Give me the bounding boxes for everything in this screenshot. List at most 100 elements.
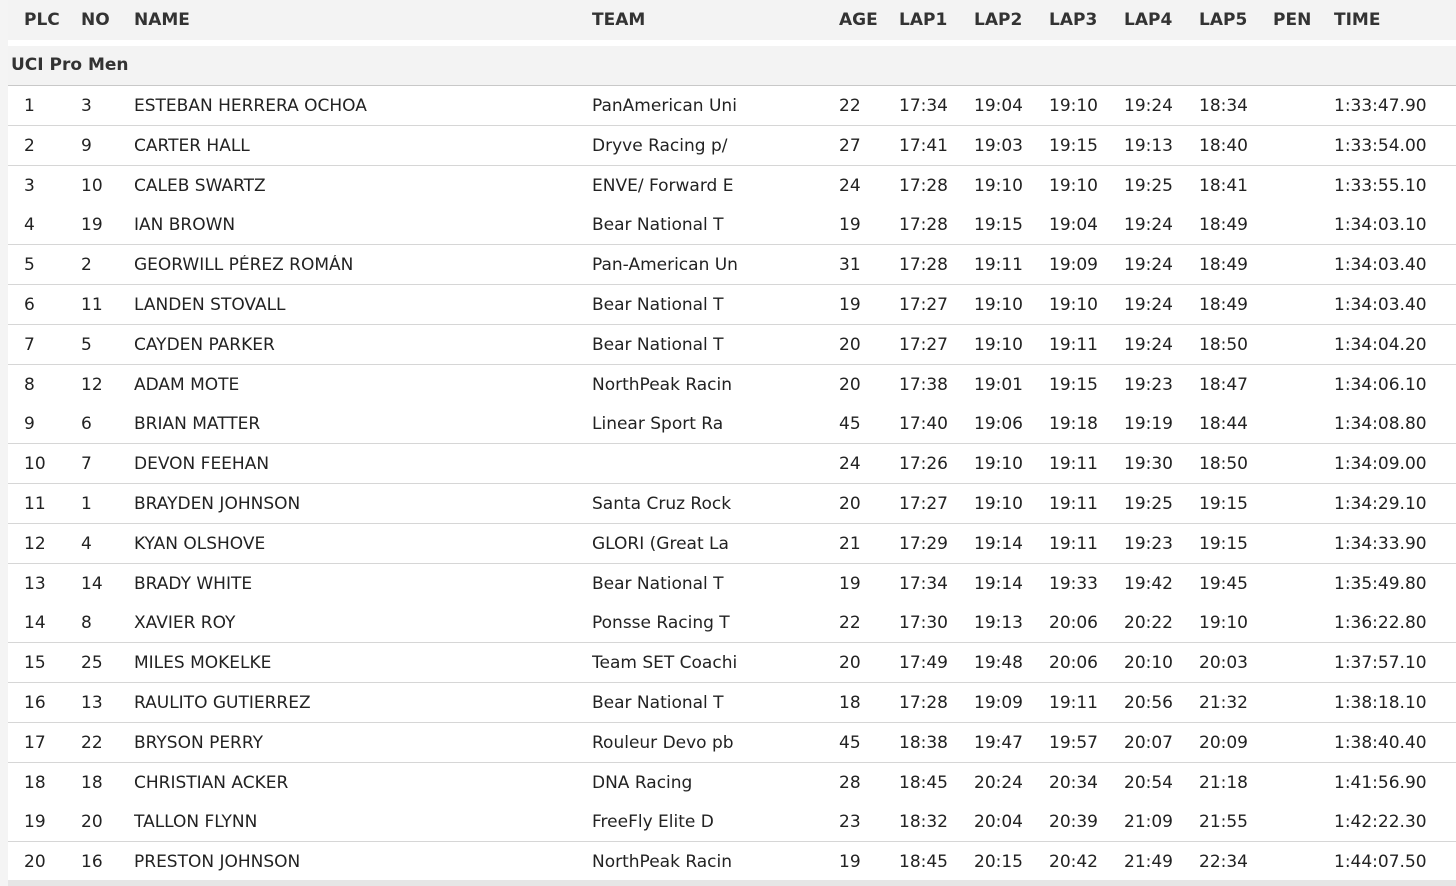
table-row[interactable]: 15 25 MILES MOKELKE Team SET Coachi 20 17:49 1… [8, 643, 1456, 684]
cell-name: CAYDEN PARKER [134, 334, 275, 355]
table-header: PLC NO NAME TEAM AGE LAP1 LAP2 LAP3 LAP4… [8, 0, 1456, 40]
cell-lap3: 19:11 [1049, 454, 1098, 475]
header-age[interactable]: AGE [839, 10, 878, 30]
table-row[interactable]: 10 7 DEVON FEEHAN 24 17:26 19:10 19:11 19:30 18:… [8, 444, 1456, 485]
cell-lap1: 17:29 [899, 533, 948, 554]
cell-lap4: 19:42 [1124, 573, 1173, 594]
table-row[interactable]: 19 20 TALLON FLYNN FreeFly Elite D 23 18:32 20… [8, 802, 1456, 843]
category-group-row: UCI Pro Men [8, 46, 1456, 86]
table-row[interactable]: 6 11 LANDEN STOVALL Bear National T 19 17:27 1… [8, 285, 1456, 325]
cell-no: 11 [81, 295, 103, 315]
table-row[interactable]: 9 6 BRIAN MATTER Linear Sport Ra 45 17:40 19:0… [8, 404, 1456, 445]
cell-lap3: 19:57 [1049, 732, 1098, 753]
cell-lap5: 18:50 [1199, 454, 1248, 475]
cell-team: Linear Sport Ra [592, 414, 724, 435]
cell-no: 12 [81, 374, 103, 395]
cell-lap1: 17:28 [899, 693, 948, 713]
cell-no: 9 [81, 135, 92, 156]
table-row[interactable]: 4 19 IAN BROWN Bear National T 19 17:28 19:15 1… [8, 205, 1456, 246]
table-row[interactable]: 5 2 GEORWILL PÉREZ ROMÁN Pan-American Un 31 1… [8, 245, 1456, 286]
cell-name: KYAN OLSHOVE [134, 533, 266, 554]
header-lap4[interactable]: LAP4 [1124, 10, 1172, 30]
table-row[interactable]: 13 14 BRADY WHITE Bear National T 19 17:34 19:… [8, 563, 1456, 604]
cell-lap3: 20:34 [1049, 772, 1098, 793]
cell-age: 18 [839, 693, 861, 713]
table-row[interactable]: 11 1 BRAYDEN JOHNSON Santa Cruz Rock 20 17:27… [8, 484, 1456, 524]
cell-no: 2 [81, 255, 92, 276]
cell-plc: 3 [24, 175, 35, 196]
cell-time: 1:41:56.90 [1334, 772, 1427, 793]
cell-no: 1 [81, 494, 92, 514]
cell-name: PRESTON JOHNSON [134, 852, 301, 873]
cell-lap5: 18:47 [1199, 374, 1248, 395]
cell-plc: 19 [24, 812, 46, 833]
cell-name: ESTEBAN HERRERA OCHOA [134, 96, 367, 116]
cell-lap1: 17:27 [899, 295, 948, 315]
cell-time: 1:33:55.10 [1334, 175, 1427, 196]
cell-plc: 1 [24, 96, 35, 116]
cell-name: BRADY WHITE [134, 573, 253, 594]
table-row[interactable]: 12 4 KYAN OLSHOVE GLORI (Great La 21 17:29 19:… [8, 523, 1456, 564]
cell-lap5: 21:55 [1199, 812, 1248, 833]
cell-lap4: 20:56 [1124, 693, 1173, 713]
cell-lap5: 18:40 [1199, 135, 1248, 156]
cell-lap4: 21:09 [1124, 812, 1173, 833]
table-row[interactable]: 16 13 RAULITO GUTIERREZ Bear National T 18 17… [8, 683, 1456, 723]
cell-no: 6 [81, 414, 92, 435]
header-lap2[interactable]: LAP2 [974, 10, 1022, 30]
cell-no: 13 [81, 693, 103, 713]
cell-no: 22 [81, 732, 103, 753]
cell-lap4: 20:54 [1124, 772, 1173, 793]
cell-team: NorthPeak Racin [592, 852, 733, 873]
cell-age: 24 [839, 175, 861, 196]
header-time[interactable]: TIME [1334, 10, 1380, 30]
cell-name: LANDEN STOVALL [134, 295, 286, 315]
cell-plc: 2 [24, 135, 35, 156]
cell-lap4: 19:30 [1124, 454, 1173, 475]
cell-team: PanAmerican Uni [592, 96, 737, 116]
cell-age: 20 [839, 334, 861, 355]
cell-lap3: 19:10 [1049, 175, 1098, 196]
header-lap5[interactable]: LAP5 [1199, 10, 1247, 30]
cell-name: BRAYDEN JOHNSON [134, 494, 301, 514]
header-name[interactable]: NAME [134, 10, 574, 30]
cell-lap4: 19:25 [1124, 494, 1173, 514]
header-team[interactable]: TEAM [592, 10, 812, 30]
cell-time: 1:34:06.10 [1334, 374, 1427, 395]
cell-lap3: 19:11 [1049, 494, 1098, 514]
header-no[interactable]: NO [81, 10, 110, 30]
cell-plc: 18 [24, 772, 46, 793]
table-row[interactable]: 14 8 XAVIER ROY Ponsse Racing T 22 17:30 19:13… [8, 603, 1456, 644]
cell-lap4: 19:23 [1124, 374, 1173, 395]
cell-team: Pan-American Un [592, 255, 738, 276]
table-row[interactable]: 1 3 ESTEBAN HERRERA OCHOA PanAmerican Uni 22… [8, 86, 1456, 126]
cell-name: BRIAN MATTER [134, 414, 261, 435]
table-row[interactable]: 17 22 BRYSON PERRY Rouleur Devo pb 45 18:38 19… [8, 722, 1456, 763]
table-row[interactable]: 7 5 CAYDEN PARKER Bear National T 20 17:27 19:… [8, 324, 1456, 365]
table-row[interactable]: 2 9 CARTER HALL Dryve Racing p/27 17:41 19:03… [8, 125, 1456, 166]
cell-plc: 13 [24, 573, 46, 594]
cell-lap1: 17:30 [899, 613, 948, 634]
cell-no: 16 [81, 852, 103, 873]
cell-no: 3 [81, 96, 92, 116]
cell-age: 20 [839, 494, 861, 514]
cell-time: 1:33:47.90 [1334, 96, 1427, 116]
cell-lap1: 17:26 [899, 454, 948, 475]
header-lap3[interactable]: LAP3 [1049, 10, 1097, 30]
cell-lap4: 19:25 [1124, 175, 1173, 196]
category-label: UCI Pro Men [11, 55, 129, 75]
cell-lap5: 18:49 [1199, 295, 1248, 315]
table-row[interactable]: 18 18 CHRISTIAN ACKER DNA Racing 28 18:45 20:2… [8, 762, 1456, 803]
cell-plc: 12 [24, 533, 46, 554]
header-lap1[interactable]: LAP1 [899, 10, 947, 30]
cell-lap2: 19:09 [974, 693, 1023, 713]
header-pen[interactable]: PEN [1273, 10, 1311, 30]
header-plc[interactable]: PLC [24, 10, 60, 30]
cell-lap2: 19:06 [974, 414, 1023, 435]
cell-time: 1:37:57.10 [1334, 653, 1427, 674]
table-row[interactable]: 8 12 ADAM MOTE NorthPeak Racin 20 17:38 19:01 1… [8, 364, 1456, 405]
cell-lap4: 19:24 [1124, 334, 1173, 355]
table-row[interactable]: 20 16 PRESTON JOHNSON NorthPeak Racin 19 18:4… [8, 842, 1456, 883]
table-row[interactable]: 3 10 CALEB SWARTZ ENVE/ Forward E 24 17:28 19:… [8, 165, 1456, 206]
cell-lap1: 17:40 [899, 414, 948, 435]
